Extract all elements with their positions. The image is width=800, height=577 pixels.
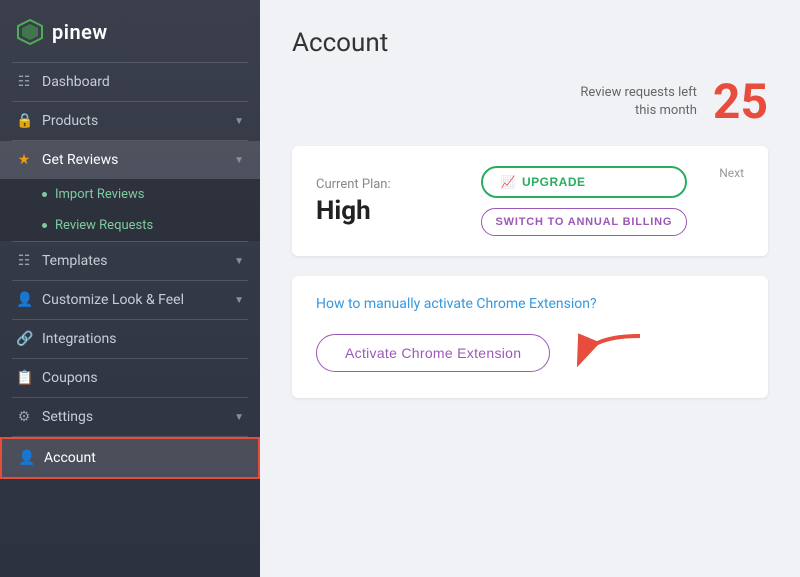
sidebar-item-integrations[interactable]: 🔗 Integrations — [0, 320, 260, 358]
reviews-left-bar: Review requests left this month 25 — [292, 78, 768, 126]
sidebar-item-get-reviews[interactable]: ★ Get Reviews ▼ — [0, 141, 260, 179]
logo-area: pinew — [0, 0, 260, 62]
sidebar-item-label: Account — [44, 450, 96, 466]
customize-icon: 👤 — [16, 292, 32, 308]
sidebar-item-label: Settings — [42, 409, 93, 425]
coupons-icon: 📋 — [16, 370, 32, 386]
plan-label: Current Plan: — [316, 177, 449, 192]
integrations-icon: 🔗 — [16, 331, 32, 347]
page-title: Account — [292, 28, 768, 58]
sidebar-subitem-review-requests[interactable]: Review Requests — [0, 210, 260, 241]
chevron-down-icon: ▼ — [234, 295, 244, 306]
chevron-down-icon: ▼ — [234, 155, 244, 166]
reviews-count: 25 — [713, 78, 768, 126]
plan-card: Current Plan: High 📈 UPGRADE SWITCH TO A… — [292, 146, 768, 256]
upgrade-button[interactable]: 📈 UPGRADE — [481, 166, 688, 198]
sidebar-item-settings[interactable]: ⚙ Settings ▼ — [0, 398, 260, 436]
activate-chrome-label: Activate Chrome Extension — [345, 345, 521, 361]
sidebar-subitem-import-reviews[interactable]: Import Reviews — [0, 179, 260, 210]
templates-icon: ☷ — [16, 253, 32, 269]
sidebar-item-coupons[interactable]: 📋 Coupons — [0, 359, 260, 397]
sidebar-item-label: Templates — [42, 253, 108, 269]
logo-icon — [16, 18, 44, 46]
account-icon: 👤 — [18, 450, 34, 466]
bullet-dot — [42, 192, 47, 197]
upgrade-label: UPGRADE — [522, 175, 586, 189]
logo-text: pinew — [52, 20, 108, 44]
sidebar-item-label: Products — [42, 113, 98, 129]
sidebar-item-label: Customize Look & Feel — [42, 292, 184, 308]
lock-icon: 🔒 — [16, 113, 32, 129]
sidebar-item-label: Dashboard — [42, 74, 110, 90]
dashboard-icon: ☷ — [16, 74, 32, 90]
sidebar: pinew ☷ Dashboard 🔒 Products ▼ ★ Get Rev… — [0, 0, 260, 577]
gear-icon: ⚙ — [16, 409, 32, 425]
sidebar-item-products[interactable]: 🔒 Products ▼ — [0, 102, 260, 140]
sidebar-item-label: Coupons — [42, 370, 98, 386]
bullet-dot — [42, 223, 47, 228]
sidebar-item-dashboard[interactable]: ☷ Dashboard — [0, 63, 260, 101]
star-icon: ★ — [16, 152, 32, 168]
plan-info: Current Plan: High — [316, 177, 449, 226]
sidebar-item-account[interactable]: 👤 Account — [0, 437, 260, 479]
activate-chrome-button[interactable]: Activate Chrome Extension — [316, 334, 550, 372]
chrome-extension-section: How to manually activate Chrome Extensio… — [292, 276, 768, 398]
chrome-btn-wrapper: Activate Chrome Extension — [316, 328, 744, 378]
sidebar-item-templates[interactable]: ☷ Templates ▼ — [0, 242, 260, 280]
chrome-extension-link[interactable]: How to manually activate Chrome Extensio… — [316, 296, 744, 312]
main-content: Account Review requests left this month … — [260, 0, 800, 577]
get-reviews-submenu: Import Reviews Review Requests — [0, 179, 260, 241]
reviews-left-label: Review requests left this month — [580, 84, 697, 120]
subitem-label: Review Requests — [55, 218, 153, 233]
plan-name: High — [316, 196, 449, 226]
subitem-label: Import Reviews — [55, 187, 145, 202]
sidebar-item-label: Get Reviews — [42, 152, 118, 168]
switch-label: SWITCH TO ANNUAL BILLING — [496, 216, 673, 228]
chevron-down-icon: ▼ — [234, 256, 244, 267]
plan-actions: 📈 UPGRADE SWITCH TO ANNUAL BILLING — [481, 166, 688, 236]
next-badge: Next — [719, 166, 744, 180]
chevron-down-icon: ▼ — [234, 412, 244, 423]
sidebar-item-customize[interactable]: 👤 Customize Look & Feel ▼ — [0, 281, 260, 319]
upgrade-chart-icon: 📈 — [501, 175, 516, 189]
sidebar-item-label: Integrations — [42, 331, 116, 347]
switch-billing-button[interactable]: SWITCH TO ANNUAL BILLING — [481, 208, 688, 236]
red-arrow-icon — [570, 328, 650, 378]
chevron-down-icon: ▼ — [234, 116, 244, 127]
